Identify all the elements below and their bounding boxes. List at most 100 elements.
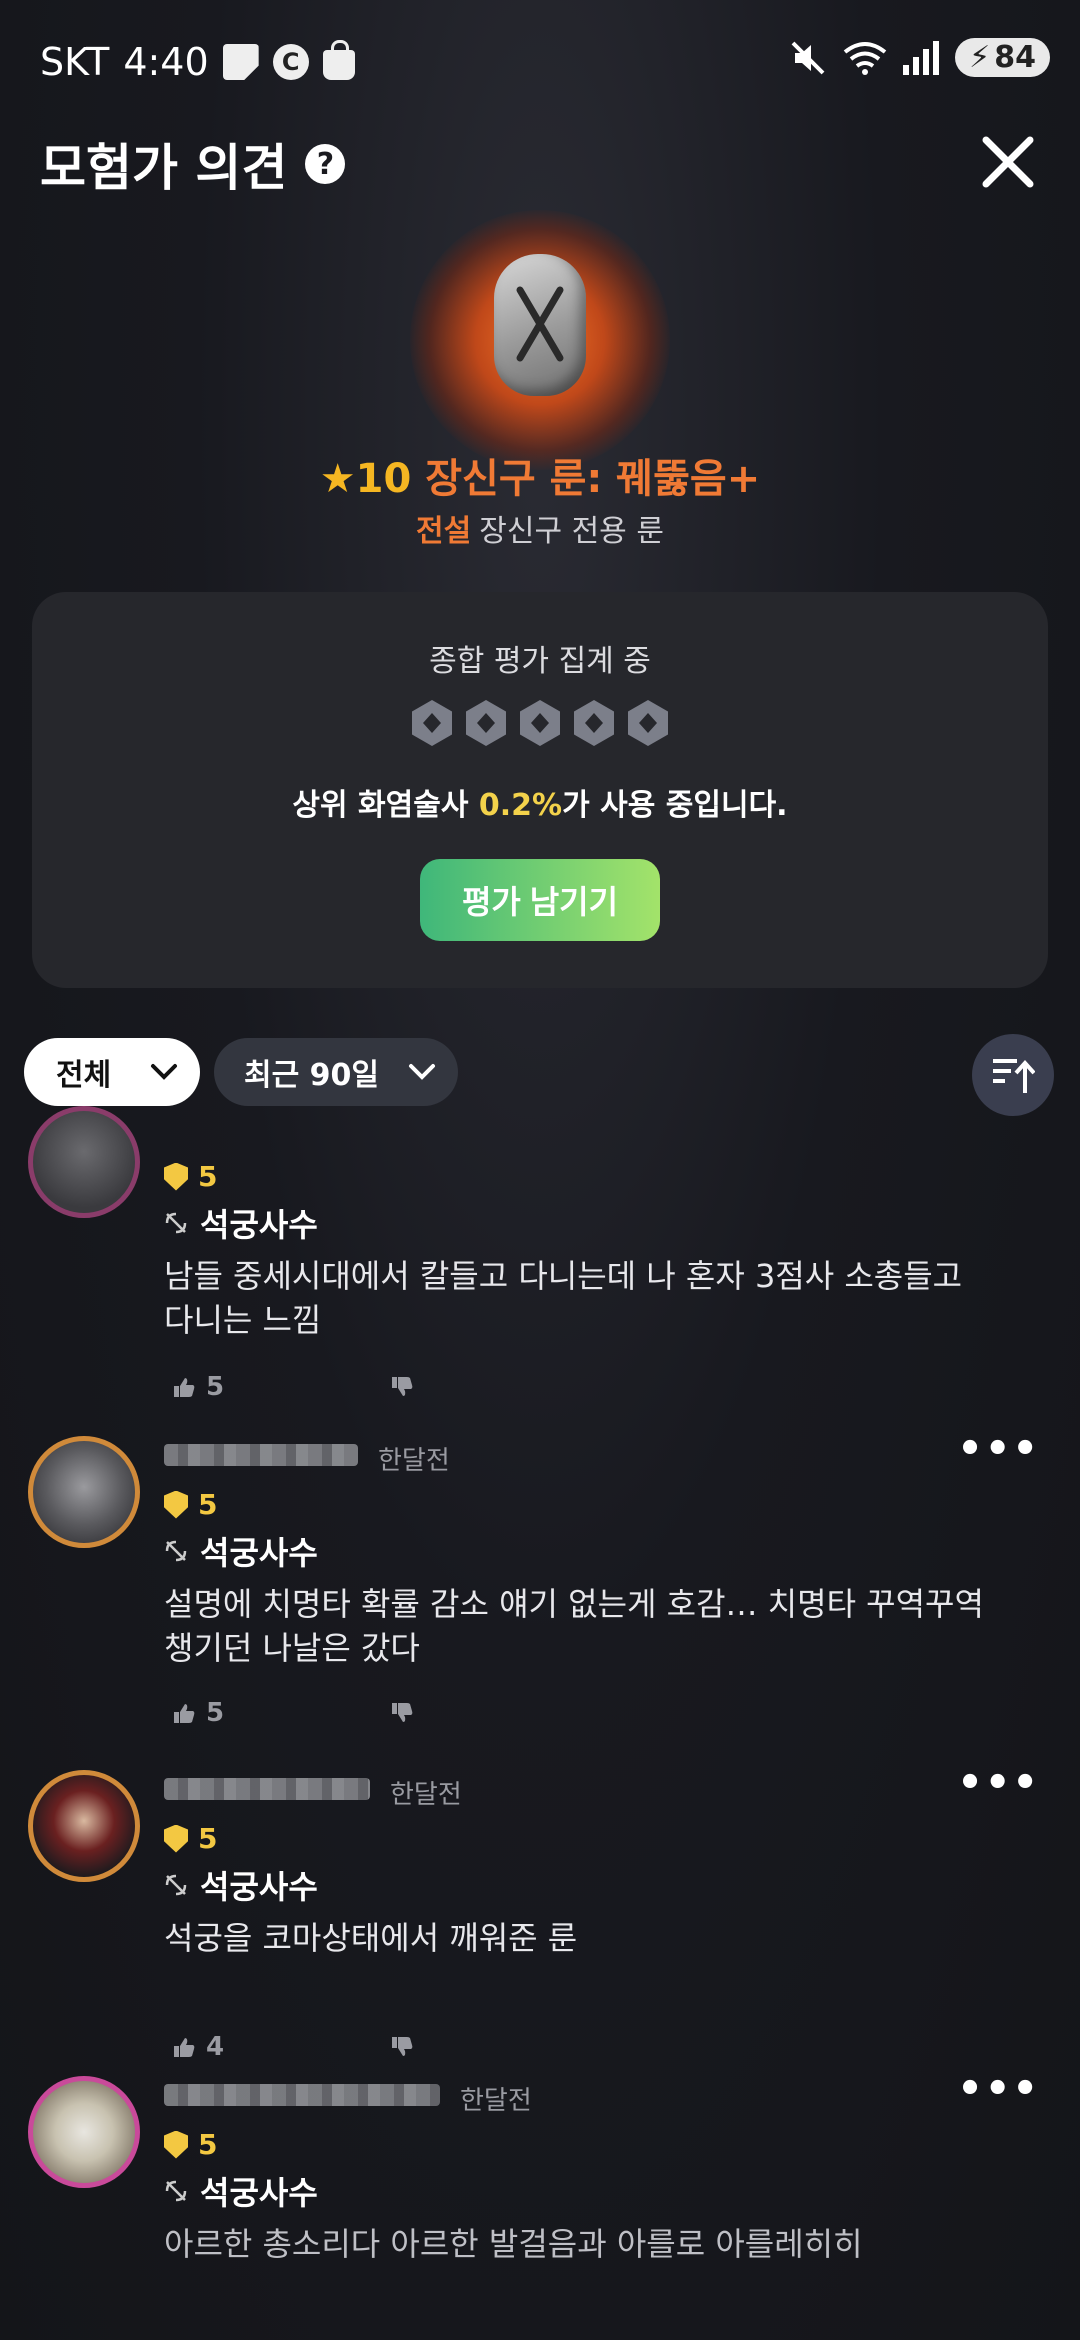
- rating-gem-icon: [574, 700, 614, 746]
- chevron-down-icon: [151, 1064, 177, 1080]
- wifi-icon: [843, 41, 887, 75]
- close-button[interactable]: [976, 130, 1040, 194]
- battery-icon: ⚡ 84: [955, 38, 1050, 77]
- crossbow-icon: [165, 1212, 187, 1234]
- level-shield-icon: [164, 2130, 188, 2159]
- level-value: 5: [198, 2128, 218, 2161]
- status-bar: SKT 4:40 C ⚡ 84: [0, 0, 1080, 130]
- item-level: 10: [355, 456, 412, 502]
- comment-time: 한달전: [460, 2086, 532, 2116]
- c-icon: C: [272, 44, 309, 80]
- crossbow-icon: [165, 1540, 187, 1562]
- note-icon: [222, 44, 259, 80]
- thumbs-down-icon[interactable]: [390, 2036, 414, 2058]
- comment-line: 설명에 치명타 확률 감소 얘기 없는게 호감… 치명타 꾸역꾸역: [164, 1585, 984, 1623]
- class-label: 석궁사수: [164, 1862, 318, 1908]
- class-label: 석궁사수: [164, 1528, 318, 1574]
- item-subtitle: 전설 장신구 전용 룬: [0, 506, 1080, 550]
- signal-icon: [903, 40, 940, 75]
- rating-gem-icon: [466, 700, 506, 746]
- item-name: ★10 장신구 룬: 꿰뚫음+: [0, 446, 1080, 504]
- level-value: 5: [198, 1160, 218, 1193]
- usage-suffix: 가 사용 중입니다.: [562, 788, 788, 823]
- comment-text: 설명에 치명타 확률 감소 얘기 없는게 호감… 치명타 꾸역꾸역 챙기던 나날…: [164, 1582, 1024, 1670]
- sort-ascending-icon: [993, 1059, 1035, 1093]
- level-shield-icon: [164, 1162, 188, 1191]
- thumbs-down-icon[interactable]: [390, 1376, 414, 1398]
- period-filter-dropdown[interactable]: 최근 90일: [214, 1038, 458, 1106]
- like-count: 5: [206, 1372, 225, 1402]
- period-filter-label: 최근 90일: [244, 1058, 379, 1093]
- item-type: 장신구 전용 룬: [479, 514, 664, 549]
- rarity-label: 전설: [416, 514, 472, 549]
- page-title-text: 모험가 의견: [40, 139, 288, 197]
- level-badge: 5: [164, 2128, 217, 2161]
- avatar[interactable]: [28, 1436, 140, 1548]
- level-badge: 5: [164, 1822, 217, 1855]
- comment-line: 챙기던 나날은 갔다: [164, 1629, 420, 1667]
- class-name: 석궁사수: [200, 1206, 318, 1244]
- comment-time: 한달전: [390, 1780, 462, 1810]
- comment-time: 한달전: [378, 1446, 450, 1476]
- help-icon[interactable]: ?: [305, 144, 346, 184]
- type-filter-dropdown[interactable]: 전체: [24, 1038, 200, 1106]
- usage-percent: 0.2%: [478, 788, 563, 823]
- avatar[interactable]: [28, 1106, 140, 1218]
- comment-text: 석궁을 코마상태에서 깨워준 룬: [164, 1916, 1024, 1960]
- sort-button[interactable]: [972, 1034, 1054, 1116]
- comment-line: 남들 중세시대에서 칼들고 다니는데 나 혼자 3점사 소총들고: [164, 1257, 963, 1295]
- thumbs-up-icon[interactable]: [172, 1702, 196, 1724]
- vote-row: 5: [172, 1372, 414, 1402]
- rating-gem-icon: [628, 700, 668, 746]
- rating-status: 종합 평가 집계 중: [429, 644, 651, 679]
- rating-gems: [32, 700, 1048, 746]
- comment-line: 다니는 느낌: [164, 1301, 322, 1339]
- class-name: 석궁사수: [200, 1868, 318, 1906]
- level-shield-icon: [164, 1824, 188, 1853]
- comment-line: 석궁을 코마상태에서 깨워준 룬: [164, 1919, 578, 1957]
- crossbow-icon: [165, 1874, 187, 1896]
- thumbs-up-icon[interactable]: [172, 2036, 196, 2058]
- level-badge: 5: [164, 1160, 217, 1193]
- level-value: 5: [198, 1822, 218, 1855]
- class-label: 석궁사수: [164, 1200, 318, 1246]
- leave-review-button[interactable]: 평가 남기기: [420, 859, 660, 941]
- usage-stat: 상위 화염술사 0.2%가 사용 중입니다.: [32, 780, 1048, 824]
- page-title: 모험가 의견 ?: [40, 128, 346, 200]
- more-options-button[interactable]: •••: [957, 1426, 1040, 1472]
- item-title: 장신구 룬: 꿰뚫음+: [425, 456, 761, 502]
- rating-gem-icon: [412, 700, 452, 746]
- comment-line: 아르한 총소리다 아르한 발걸음과 아를로 아를레히히: [164, 2225, 863, 2263]
- battery-level: 84: [994, 40, 1036, 75]
- clock: 4:40: [123, 40, 209, 84]
- class-name: 석궁사수: [200, 1534, 318, 1572]
- username-blurred: [164, 1778, 370, 1800]
- crossbow-icon: [165, 2180, 187, 2202]
- shopping-bag-icon: [322, 40, 355, 80]
- avatar[interactable]: [28, 1770, 140, 1882]
- mute-icon: [791, 41, 825, 74]
- like-count: 5: [206, 1698, 225, 1728]
- class-name: 석궁사수: [200, 2174, 318, 2212]
- vote-row: 5: [172, 1698, 414, 1728]
- avatar[interactable]: [28, 2076, 140, 2188]
- more-options-button[interactable]: •••: [957, 1760, 1040, 1806]
- like-count: 4: [206, 2032, 225, 2062]
- carrier-label: SKT: [40, 40, 110, 84]
- thumbs-down-icon[interactable]: [390, 1702, 414, 1724]
- comment-text: 아르한 총소리다 아르한 발걸음과 아를로 아를레히히: [164, 2222, 1024, 2266]
- comment-text: 남들 중세시대에서 칼들고 다니는데 나 혼자 3점사 소총들고 다니는 느낌: [164, 1254, 1024, 1342]
- close-icon: [982, 136, 1034, 188]
- class-label: 석궁사수: [164, 2168, 318, 2214]
- level-value: 5: [198, 1488, 218, 1521]
- username-blurred: [164, 2084, 440, 2106]
- thumbs-up-icon[interactable]: [172, 1376, 196, 1398]
- username-blurred: [164, 1444, 358, 1466]
- vote-row: 4: [172, 2032, 414, 2062]
- rating-gem-icon: [520, 700, 560, 746]
- type-filter-label: 전체: [56, 1058, 112, 1093]
- chevron-down-icon: [409, 1064, 435, 1080]
- more-options-button[interactable]: •••: [957, 2066, 1040, 2112]
- rune-stone-icon: [494, 254, 586, 396]
- usage-prefix: 상위 화염술사: [292, 788, 479, 823]
